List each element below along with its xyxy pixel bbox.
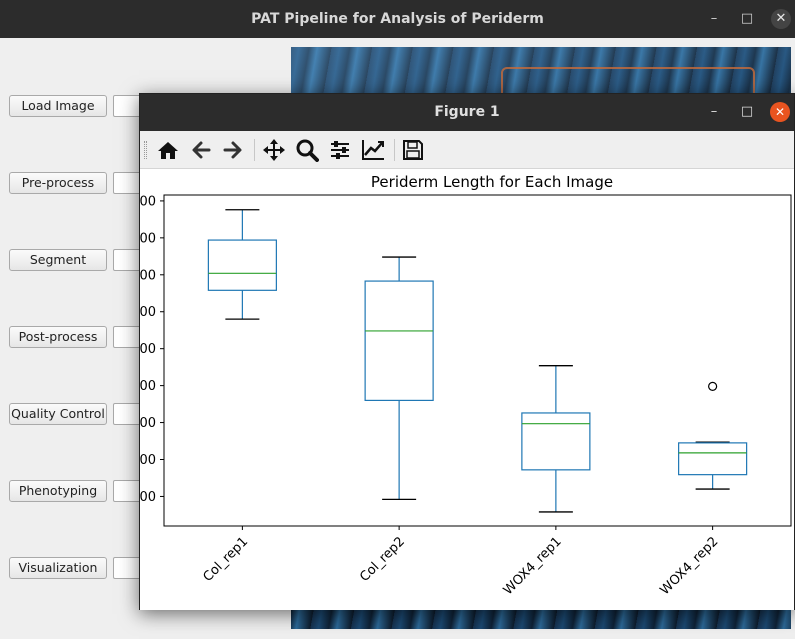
box: [521, 412, 591, 471]
outlier-point: [708, 381, 718, 391]
load-image-button[interactable]: Load Image: [9, 95, 107, 117]
pre-process-button[interactable]: Pre-process: [9, 172, 107, 194]
y-tick-label: 8000: [140, 231, 156, 246]
chart-title: Periderm Length for Each Image: [371, 173, 613, 191]
axes-frame: [163, 194, 792, 527]
zoom-icon[interactable]: [293, 137, 321, 163]
main-titlebar[interactable]: PAT Pipeline for Analysis of Periderm – …: [0, 0, 795, 38]
toolbar-separator: [394, 139, 395, 161]
figure-toolbar: [140, 131, 794, 169]
toolbar-separator: [254, 139, 255, 161]
close-button[interactable]: ✕: [771, 9, 791, 29]
pan-icon[interactable]: [260, 137, 288, 163]
figure-window-title: Figure 1: [434, 104, 500, 120]
figure-close-button[interactable]: ✕: [770, 102, 790, 122]
home-icon[interactable]: [154, 137, 182, 163]
minimize-button[interactable]: –: [704, 9, 724, 29]
x-tick-label: WOX4_rep1: [501, 534, 565, 598]
post-process-button[interactable]: Post-process: [9, 326, 107, 348]
y-tick-label: 6000: [140, 305, 156, 320]
box: [678, 442, 748, 476]
phenotyping-button[interactable]: Phenotyping: [9, 480, 107, 502]
box-plot-chart: Periderm Length for Each Image 1000 2000 3…: [123, 173, 792, 598]
figure-minimize-button[interactable]: –: [704, 102, 724, 122]
figure-maximize-button[interactable]: □: [737, 102, 757, 122]
quality-control-button[interactable]: Quality Control: [9, 403, 107, 425]
box: [364, 280, 434, 401]
y-tick-label: 7000: [140, 268, 156, 283]
toolbar-grip[interactable]: [144, 141, 147, 159]
x-tick-label: Col_rep1: [200, 534, 251, 585]
back-arrow-icon[interactable]: [187, 137, 215, 163]
desktop: PAT Pipeline for Analysis of Periderm – …: [0, 0, 795, 639]
y-tick-label: 9000: [140, 194, 156, 209]
box: [207, 239, 277, 291]
y-tick-label: 4000: [140, 379, 156, 394]
configure-subplots-icon[interactable]: [326, 137, 354, 163]
maximize-button[interactable]: □: [737, 9, 757, 29]
y-tick-label: 2000: [140, 453, 156, 468]
figure-window: Figure 1 – □ ✕ Periderm Length for Each …: [123, 93, 795, 610]
y-tick-label: 5000: [140, 342, 156, 357]
plot-canvas[interactable]: Periderm Length for Each Image 1000 2000 3…: [123, 169, 794, 610]
edit-axis-icon[interactable]: [359, 137, 387, 163]
save-icon[interactable]: [399, 137, 427, 163]
x-tick-label: Col_rep2: [357, 534, 408, 585]
forward-arrow-icon[interactable]: [219, 137, 247, 163]
y-tick-label: 1000: [140, 490, 156, 505]
visualization-button[interactable]: Visualization: [9, 557, 107, 579]
main-window-title: PAT Pipeline for Analysis of Periderm: [251, 11, 544, 27]
x-tick-label: WOX4_rep2: [657, 534, 721, 598]
y-tick-label: 3000: [140, 416, 156, 431]
figure-titlebar[interactable]: Figure 1 – □ ✕: [140, 94, 794, 131]
segment-button[interactable]: Segment: [9, 249, 107, 271]
